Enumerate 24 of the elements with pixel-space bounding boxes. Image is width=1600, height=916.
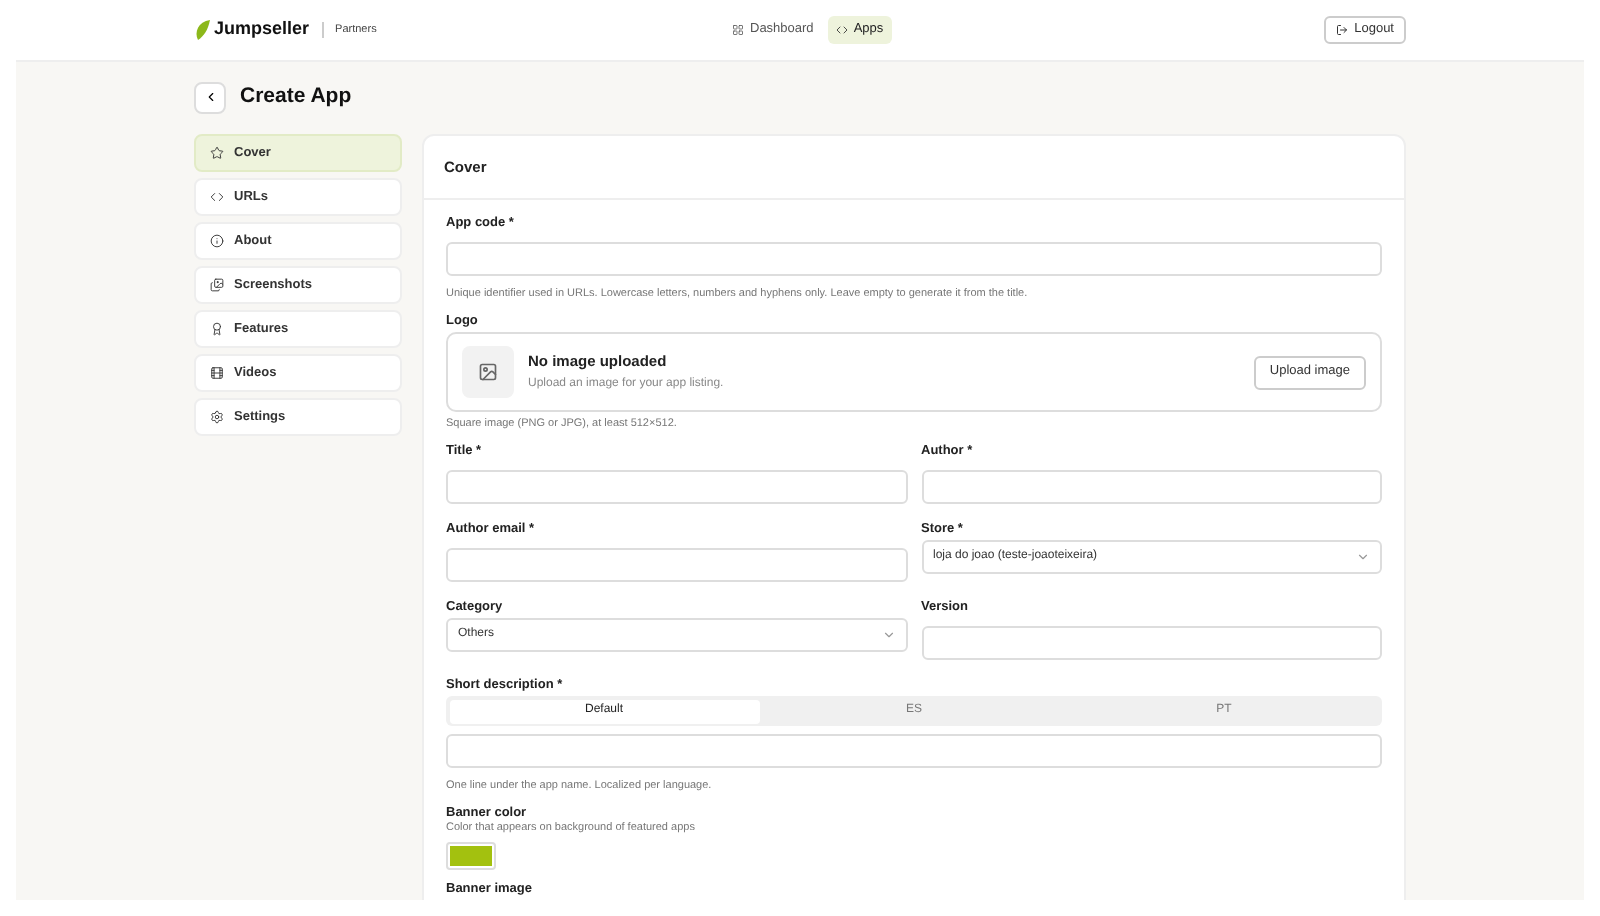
info-icon: [210, 234, 224, 248]
text-input[interactable]: [921, 625, 1382, 659]
star-icon: [210, 146, 224, 160]
images-icon: [210, 278, 224, 292]
chevron-down-icon: [881, 628, 895, 642]
chevron-down-icon: [1356, 550, 1370, 564]
back-button[interactable]: [194, 81, 226, 113]
text-input[interactable]: [446, 733, 1382, 767]
page-title: Create App: [240, 81, 352, 112]
logout-icon: [1336, 24, 1349, 36]
code-icon: [210, 190, 224, 204]
grid-icon: [732, 24, 744, 36]
text-input[interactable]: [446, 241, 1382, 275]
leaf-logo-icon: [194, 20, 210, 40]
code-icon: [835, 24, 848, 36]
film-icon: [210, 366, 224, 380]
settings-icon: [210, 410, 224, 424]
brand-name: Jumpseller: [214, 16, 310, 43]
award-icon: [210, 322, 224, 336]
image-placeholder-icon: [462, 346, 514, 398]
text-input[interactable]: [446, 547, 907, 581]
chevron-left-icon: [203, 90, 217, 104]
text-input[interactable]: [921, 469, 1382, 503]
text-input[interactable]: [446, 469, 907, 503]
